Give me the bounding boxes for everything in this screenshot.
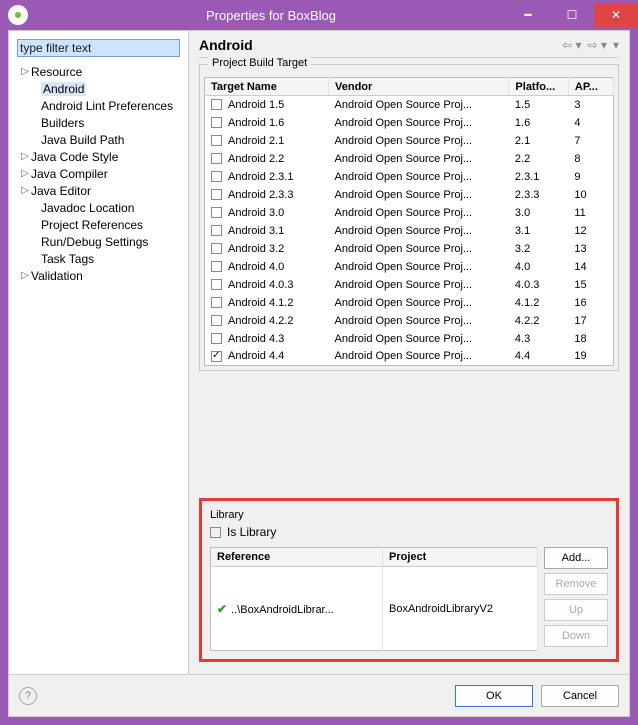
help-icon[interactable]: ? xyxy=(19,687,37,705)
col-target-name[interactable]: Target Name xyxy=(205,78,329,96)
table-row[interactable]: Android 2.1Android Open Source Proj...2.… xyxy=(205,132,614,150)
category-tree-pane: ▷ResourceAndroidAndroid Lint Preferences… xyxy=(9,31,189,674)
build-target-group: Project Build Target Target Name Vendor … xyxy=(199,64,619,371)
tree-item[interactable]: ▷Java Editor xyxy=(19,182,184,199)
tree-item-label: Task Tags xyxy=(41,252,94,266)
expander-icon[interactable]: ▷ xyxy=(19,66,31,77)
tree-item-label: Javadoc Location xyxy=(41,201,134,215)
tree-item[interactable]: Java Build Path xyxy=(19,131,184,148)
library-title: Library xyxy=(210,509,608,521)
remove-button: Remove xyxy=(544,573,608,595)
table-row[interactable]: Android 1.5Android Open Source Proj...1.… xyxy=(205,96,614,114)
tree-item-label: Java Editor xyxy=(31,184,91,198)
tree-item-label: Validation xyxy=(31,269,83,283)
page-title: Android xyxy=(199,37,556,53)
table-row[interactable]: Android 4.1.2Android Open Source Proj...… xyxy=(205,294,614,312)
table-row[interactable]: Android 2.3.1Android Open Source Proj...… xyxy=(205,168,614,186)
titlebar[interactable]: Properties for BoxBlog ━ ☐ ✕ xyxy=(0,0,638,30)
is-library-label: Is Library xyxy=(227,525,276,539)
tree-item[interactable]: Project References xyxy=(19,216,184,233)
target-checkbox[interactable] xyxy=(211,243,222,254)
col-api[interactable]: AP... xyxy=(568,78,613,96)
col-project[interactable]: Project xyxy=(383,548,538,567)
target-checkbox[interactable] xyxy=(211,279,222,290)
col-vendor[interactable]: Vendor xyxy=(329,78,509,96)
table-row[interactable]: Android 4.0.3Android Open Source Proj...… xyxy=(205,276,614,294)
target-checkbox[interactable] xyxy=(211,207,222,218)
table-row[interactable]: Android 3.1Android Open Source Proj...3.… xyxy=(205,222,614,240)
target-checkbox[interactable] xyxy=(211,117,222,128)
tree-item[interactable]: ▷Resource xyxy=(19,63,184,80)
target-checkbox[interactable] xyxy=(211,189,222,200)
table-row[interactable]: Android 2.3.3Android Open Source Proj...… xyxy=(205,186,614,204)
tree-item-label: Java Build Path xyxy=(41,133,124,147)
target-checkbox[interactable] xyxy=(211,171,222,182)
tree-item[interactable]: ▷Java Compiler xyxy=(19,165,184,182)
table-row[interactable]: Android 4.3Android Open Source Proj...4.… xyxy=(205,330,614,348)
up-button: Up xyxy=(544,599,608,621)
col-platform[interactable]: Platfo... xyxy=(509,78,568,96)
tree-item[interactable]: ▷Validation xyxy=(19,267,184,284)
target-checkbox[interactable] xyxy=(211,261,222,272)
tree-item[interactable]: Javadoc Location xyxy=(19,199,184,216)
tree-item-label: Java Compiler xyxy=(31,167,108,181)
library-group: Library Is Library Reference Project ✔..… xyxy=(199,498,619,662)
tree-item[interactable]: Run/Debug Settings xyxy=(19,233,184,250)
tree-item[interactable]: Android xyxy=(19,80,184,97)
is-library-checkbox[interactable]: Is Library xyxy=(210,525,608,539)
target-checkbox[interactable] xyxy=(211,225,222,236)
build-target-table[interactable]: Target Name Vendor Platfo... AP... Andro… xyxy=(204,77,614,366)
cancel-button[interactable]: Cancel xyxy=(541,685,619,707)
down-button: Down xyxy=(544,625,608,647)
table-row[interactable]: Android 3.2Android Open Source Proj...3.… xyxy=(205,240,614,258)
table-row[interactable]: Android 2.2Android Open Source Proj...2.… xyxy=(205,150,614,168)
tree-item[interactable]: Builders xyxy=(19,114,184,131)
tree-item[interactable]: Android Lint Preferences xyxy=(19,97,184,114)
target-checkbox[interactable] xyxy=(211,153,222,164)
target-checkbox[interactable] xyxy=(211,297,222,308)
filter-input[interactable] xyxy=(17,39,180,57)
add-button[interactable]: Add... xyxy=(544,547,608,569)
tree-item[interactable]: Task Tags xyxy=(19,250,184,267)
minimize-button[interactable]: ━ xyxy=(506,3,550,27)
category-tree[interactable]: ▷ResourceAndroidAndroid Lint Preferences… xyxy=(13,63,184,668)
target-checkbox[interactable] xyxy=(211,333,222,344)
table-row[interactable]: Android 3.0Android Open Source Proj...3.… xyxy=(205,204,614,222)
expander-icon[interactable]: ▷ xyxy=(19,185,31,196)
library-table[interactable]: Reference Project ✔..\BoxAndroidLibrar..… xyxy=(210,547,538,651)
target-checkbox[interactable] xyxy=(211,99,222,110)
table-row[interactable]: Android 4.2.2Android Open Source Proj...… xyxy=(205,312,614,330)
target-checkbox[interactable] xyxy=(211,315,222,326)
check-icon: ✔ xyxy=(217,602,227,616)
forward-icon[interactable]: ⇨ ▾ xyxy=(588,38,607,52)
expander-icon[interactable]: ▷ xyxy=(19,168,31,179)
expander-icon[interactable]: ▷ xyxy=(19,151,31,162)
col-reference[interactable]: Reference xyxy=(211,548,383,567)
build-target-title: Project Build Target xyxy=(208,57,311,69)
window-title: Properties for BoxBlog xyxy=(36,8,506,23)
tree-item[interactable]: ▷Java Code Style xyxy=(19,148,184,165)
ok-button[interactable]: OK xyxy=(455,685,533,707)
target-checkbox[interactable] xyxy=(211,351,222,362)
table-row[interactable]: Android 4.0Android Open Source Proj...4.… xyxy=(205,258,614,276)
expander-icon[interactable]: ▷ xyxy=(19,270,31,281)
app-icon xyxy=(8,5,28,25)
tree-item-label: Android xyxy=(41,82,86,96)
tree-item-label: Java Code Style xyxy=(31,150,118,164)
table-row[interactable]: Android 1.6Android Open Source Proj...1.… xyxy=(205,114,614,132)
target-checkbox[interactable] xyxy=(211,135,222,146)
tree-item-label: Android Lint Preferences xyxy=(41,99,173,113)
table-row[interactable]: ✔..\BoxAndroidLibrar...BoxAndroidLibrary… xyxy=(211,567,538,651)
bottom-bar: ? OK Cancel xyxy=(9,674,629,716)
tree-item-label: Resource xyxy=(31,65,82,79)
tree-item-label: Run/Debug Settings xyxy=(41,235,148,249)
tree-item-label: Builders xyxy=(41,116,84,130)
maximize-button[interactable]: ☐ xyxy=(550,3,594,27)
close-button[interactable]: ✕ xyxy=(594,3,638,27)
table-row[interactable]: Android 4.4Android Open Source Proj...4.… xyxy=(205,348,614,366)
tree-item-label: Project References xyxy=(41,218,143,232)
back-icon[interactable]: ⇦ ▾ xyxy=(562,38,581,52)
menu-icon[interactable]: ▾ xyxy=(613,38,619,52)
